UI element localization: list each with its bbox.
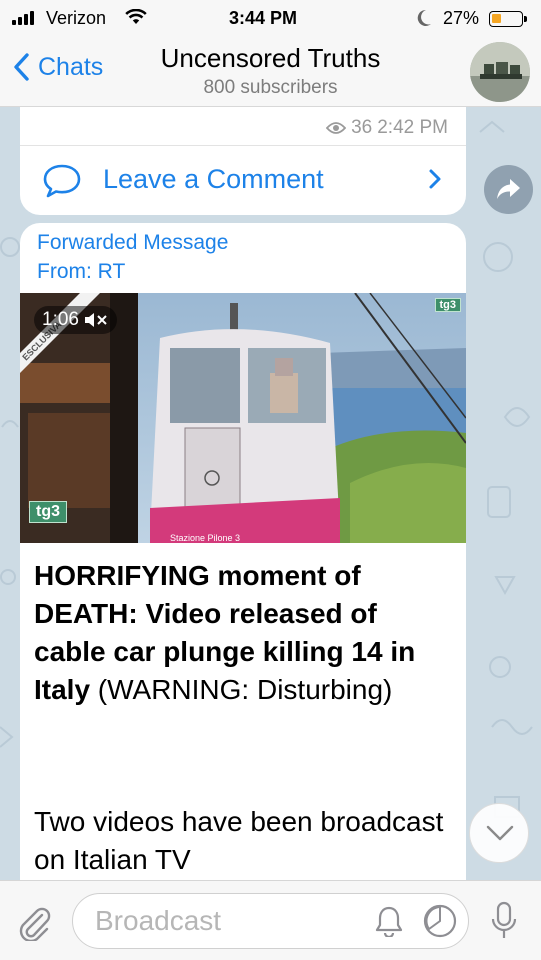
view-count: 36 — [351, 117, 373, 138]
battery-fill — [492, 14, 501, 23]
message-field[interactable] — [72, 893, 469, 949]
message-headline: HORRIFYING moment of DEATH: Video releas… — [34, 557, 454, 709]
speech-bubble-icon — [43, 164, 81, 198]
chevron-down-icon — [486, 825, 514, 841]
paperclip-icon[interactable] — [17, 903, 51, 941]
forwarded-from-link[interactable]: From: RT — [37, 260, 125, 284]
composer-bar — [0, 880, 541, 960]
forwarded-label: Forwarded Message — [37, 231, 229, 254]
muted-speaker-icon — [84, 313, 107, 327]
top-bar: Verizon 3:44 PM 27% Chats Uncensored Tru… — [0, 0, 541, 107]
eye-icon — [326, 122, 347, 134]
headline-rest: (WARNING: Disturbing) — [90, 674, 393, 705]
duration-text: 1:06 — [42, 309, 79, 330]
tg3-logo: tg3 — [29, 501, 67, 523]
broadcast-input[interactable] — [95, 902, 355, 940]
signal-strength-icon — [12, 11, 34, 25]
channel-avatar[interactable] — [470, 42, 530, 102]
channel-title[interactable]: Uncensored Truths — [0, 43, 541, 74]
wifi-icon — [125, 8, 147, 30]
video-caption: Stazione Pilone 3 — [170, 533, 240, 543]
do-not-disturb-moon-icon — [416, 9, 432, 32]
video-duration: 1:06 — [34, 306, 117, 334]
timer-icon[interactable] — [422, 903, 458, 939]
share-button[interactable] — [484, 165, 533, 214]
battery-icon — [489, 11, 527, 27]
bell-icon[interactable] — [374, 905, 404, 937]
scroll-to-bottom-button[interactable] — [469, 803, 529, 863]
microphone-icon[interactable] — [491, 901, 517, 941]
previous-message-bubble: 36 2:42 PM Leave a Comment — [20, 100, 466, 215]
share-arrow-icon — [497, 179, 520, 199]
tg3-logo-small: tg3 — [434, 298, 461, 312]
clock: 3:44 PM — [229, 8, 298, 28]
chevron-right-icon — [429, 169, 441, 189]
leave-comment-label: Leave a Comment — [103, 164, 324, 194]
message-body: Two videos have been broadcast on Italia… — [34, 806, 444, 875]
forwarded-message-bubble: Forwarded Message From: RT Stazione Pilo… — [20, 223, 466, 923]
message-time: 2:42 PM — [377, 117, 448, 138]
leave-comment-button[interactable]: Leave a Comment — [20, 146, 466, 215]
status-bar: Verizon 3:44 PM 27% — [0, 6, 541, 30]
message-meta: 36 2:42 PM — [326, 117, 448, 139]
subscriber-count: 800 subscribers — [203, 77, 338, 98]
video-thumbnail[interactable]: Stazione Pilone 3 ESCLUSIVA 1:06 tg3 tg3 — [20, 293, 466, 543]
carrier-name: Verizon — [46, 8, 107, 28]
battery-percentage: 27% — [443, 8, 480, 28]
